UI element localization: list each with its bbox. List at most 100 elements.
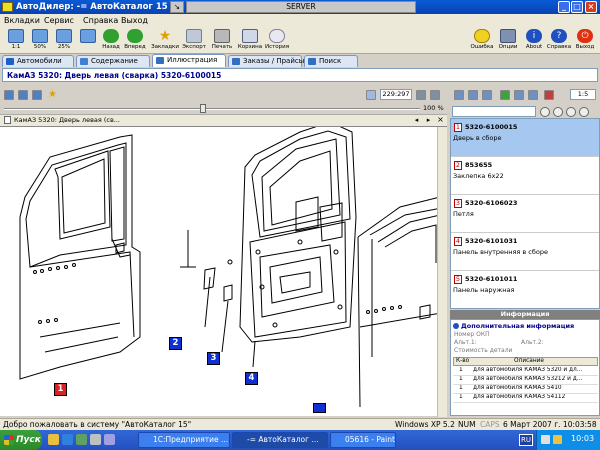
coords-field: 229:297 [380,89,412,100]
table-row[interactable]: 1 для автомобиля КАМАЗ 5410 [453,385,598,394]
error-button[interactable]: Ошибка [468,29,496,50]
options-button[interactable]: Опции [494,29,522,50]
status-num: NUM [458,420,476,429]
taskbar: Пуск 1С:Предприятие ... -= АвтоКаталог .… [0,430,600,450]
parts-tool-1-icon[interactable] [454,90,464,100]
taskbar-autocatalog-button[interactable]: -= АвтоКаталог ... [232,432,328,448]
callout-5-partial[interactable] [313,403,326,413]
menu-help[interactable]: Справка [83,16,118,25]
zoom-level: 100 % [423,104,444,112]
menu-exit[interactable]: Выход [121,16,148,25]
copy-coords-icon[interactable] [366,90,376,100]
callout-3[interactable]: 3 [207,352,220,365]
close-button[interactable]: × [585,1,597,13]
language-indicator[interactable]: RU [519,434,533,446]
parts-drawing[interactable]: 1 2 3 4 [0,126,447,417]
callout-1[interactable]: 1 [54,383,67,396]
quicklaunch-5-icon[interactable] [104,434,115,445]
status-message: Добро пожаловать в систему "АвтоКаталог … [3,420,192,429]
zoom-slider-track[interactable] [4,108,420,110]
tab-prev-icon[interactable]: ◂ [412,116,421,125]
part-row[interactable]: 2 853655 Заклепка 6х22 [451,157,599,195]
drawing-scrollbar[interactable] [437,127,447,417]
tab-contents[interactable]: Содержание [76,55,150,67]
about-icon: i [526,29,542,43]
tab-illustration[interactable]: Иллюстрация [152,54,226,67]
about-button[interactable]: i About [520,29,548,50]
nav-last-icon[interactable] [579,107,589,117]
tool-icon[interactable] [416,90,426,100]
info-icon [453,323,459,329]
tab-close-icon[interactable]: × [436,116,445,125]
zoom-25-icon [56,29,72,43]
server-tab[interactable]: SERVER [186,1,416,13]
tab-cars[interactable]: Автомобили [2,55,74,67]
cart-button[interactable]: Корзина [236,29,264,50]
parts-tool-3-icon[interactable] [482,90,492,100]
view-icon[interactable] [4,90,14,100]
quicklaunch-3-icon[interactable] [76,434,87,445]
table-header: К-во Описание [453,357,598,366]
tray-volume-icon[interactable] [553,435,562,444]
part-row[interactable]: 3 5320-6106023 Петля [451,195,599,233]
taskbar-paint-button[interactable]: 05616 - Paint [330,432,396,448]
tab-orders[interactable]: Заказы / Прайсы [228,55,304,67]
search-icon [308,58,316,65]
history-button[interactable]: История [263,29,291,50]
tool2-icon[interactable] [430,90,440,100]
menu-tabs[interactable]: Вкладки [4,16,40,25]
view3-icon[interactable] [32,90,42,100]
quicklaunch-ie-icon[interactable] [62,434,73,445]
main-toolbar: 1:1 50% 25% Назад Вперед ★ Закладки Экспо… [0,27,600,54]
table-row[interactable]: 1 для автомобиля КАМАЗ 5320 и дл... [453,367,598,376]
parts-search-input[interactable] [452,106,536,117]
parts-tool-6-icon[interactable] [544,90,554,100]
part-row[interactable]: 4 5320-6101031 Панель внутренняя в сборе [451,233,599,271]
windows-logo-icon [4,435,14,445]
print-button[interactable]: Печать [208,29,236,50]
taskbar-1c-button[interactable]: 1С:Предприятие ... [138,432,230,448]
info-header: Информация [450,310,600,319]
nav-prev-icon[interactable] [553,107,563,117]
nav-next-icon[interactable] [566,107,576,117]
document-tab[interactable]: КамАЗ 5320: Дверь левая (св... [14,116,120,124]
add-to-cart-icon[interactable] [500,90,510,100]
favorite-icon[interactable]: ★ [48,90,58,100]
title-bar: АвтоДилер: -= АвтоКаталог 15 ↘ SERVER _ … [0,0,600,14]
parts-tool-4-icon[interactable] [514,90,524,100]
tray-icon[interactable] [541,435,550,444]
tab-search[interactable]: Поиск [304,55,358,67]
view2-icon[interactable] [18,90,28,100]
table-row[interactable]: 1 для автомобиля КАМАЗ 53212 и д... [453,376,598,385]
part-row[interactable]: 5 5320-6101011 Панель наружная [451,271,599,308]
table-row[interactable]: 1 для автомобиля КАМАЗ 54112 [453,394,598,403]
quicklaunch-1-icon[interactable] [48,434,59,445]
callout-4[interactable]: 4 [245,372,258,385]
system-tray: 10:03 [536,430,600,450]
forward-button[interactable]: Вперед [121,29,149,50]
tab-next-icon[interactable]: ▸ [424,116,433,125]
menu-service[interactable]: Сервис [44,16,74,25]
contents-icon [80,58,88,65]
print-icon [214,29,230,43]
maximize-button[interactable]: □ [571,1,583,13]
zoom-slider-thumb[interactable] [200,104,206,113]
bookmarks-icon: ★ [158,28,172,44]
nav-first-icon[interactable] [540,107,550,117]
exit-button[interactable]: ⏻ Выход [571,29,599,50]
parts-tool-5-icon[interactable] [528,90,538,100]
error-smiley-icon [474,29,490,43]
orders-icon [232,58,240,65]
part-row[interactable]: 1 5320-6100015 Дверь в сборе [451,119,599,157]
pin-icon[interactable]: ↘ [170,1,184,13]
bookmarks-button[interactable]: ★ Закладки [151,29,179,50]
minimize-button[interactable]: _ [558,1,570,13]
oem-label: Номер ОКП [454,331,490,338]
quicklaunch-4-icon[interactable] [90,434,101,445]
clock: 10:03 [571,434,595,443]
parts-tool-2-icon[interactable] [468,90,478,100]
illustration-icon [156,57,164,64]
callout-2[interactable]: 2 [169,337,182,350]
export-button[interactable]: Экспорт [180,29,208,50]
help-button[interactable]: ? Справка [545,29,573,50]
